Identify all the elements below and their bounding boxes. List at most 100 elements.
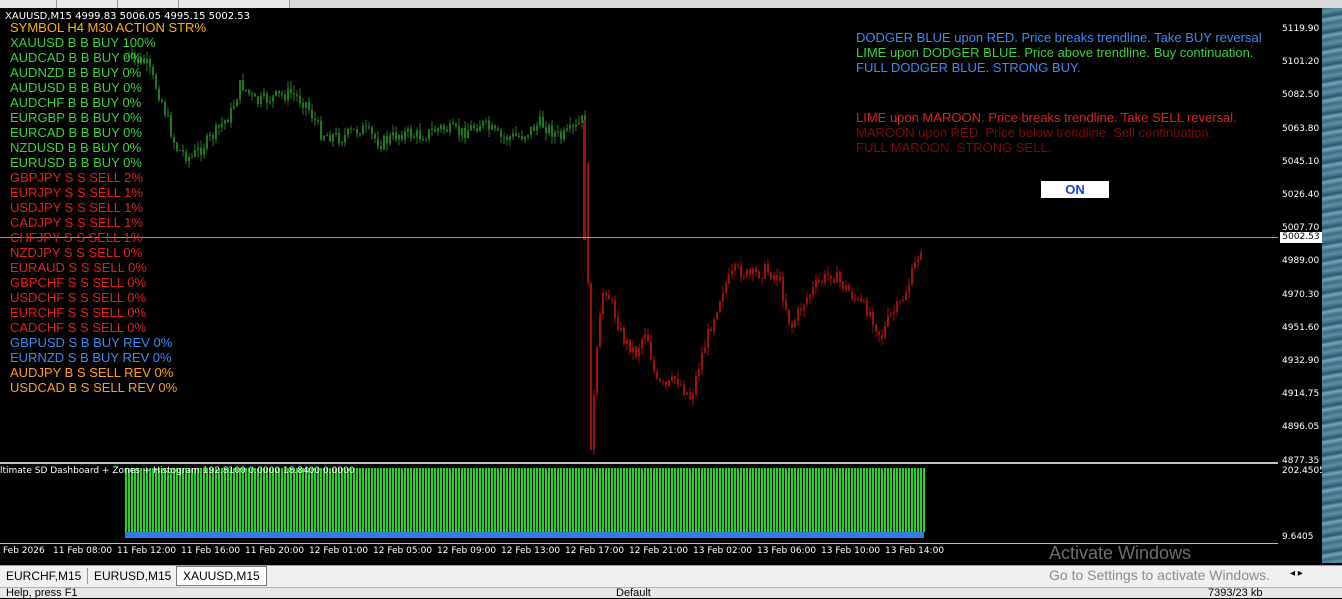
histogram-bar — [800, 468, 802, 532]
histogram-bar — [440, 468, 442, 532]
histogram-bar — [620, 468, 622, 532]
histogram-bar — [629, 468, 631, 532]
chart-tab[interactable]: EURUSD,M15 — [88, 568, 179, 584]
candle-body — [518, 135, 520, 137]
candle-body — [236, 99, 238, 107]
candle-body — [917, 259, 919, 263]
histogram-bar — [299, 468, 301, 532]
price-tick: 4877.35 — [1282, 455, 1320, 466]
candle-body — [224, 120, 226, 124]
histogram-bar — [491, 468, 493, 532]
candle-body — [413, 136, 415, 138]
histogram-bar — [836, 468, 838, 532]
histogram-bar — [716, 468, 718, 532]
dashboard-row: EURCHF S S SELL 0% — [10, 305, 147, 320]
histogram-bar — [275, 468, 277, 532]
candle-body — [530, 126, 532, 136]
toolbar-tab[interactable] — [57, 0, 118, 8]
histogram-bar — [725, 468, 727, 532]
candle-body — [866, 300, 868, 317]
histogram-bar — [260, 468, 262, 532]
histogram-bar — [467, 468, 469, 532]
histogram-bar — [452, 468, 454, 532]
histogram-bar — [614, 468, 616, 532]
histogram-bar — [551, 468, 553, 532]
histogram-bar — [410, 468, 412, 532]
candle-body — [908, 284, 910, 293]
histogram-bar — [713, 468, 715, 532]
candle-body — [746, 269, 748, 277]
candle-body — [428, 129, 430, 140]
histogram-bar — [734, 468, 736, 532]
histogram-bar — [917, 468, 919, 532]
toolbar-tab[interactable] — [118, 0, 179, 8]
dashboard-row: EURNZD S B BUY REV 0% — [10, 350, 172, 365]
candle-body — [701, 353, 703, 370]
histogram-bar — [431, 468, 433, 532]
candle-body — [884, 325, 886, 339]
histogram-bar — [923, 468, 925, 532]
toolbar-tab[interactable] — [0, 0, 57, 8]
chart-tab[interactable]: XAUUSD,M15 — [176, 566, 267, 586]
histogram-bar — [890, 468, 892, 532]
histogram-bar — [476, 468, 478, 532]
candle-body — [464, 127, 466, 138]
candle-body — [632, 346, 634, 353]
histogram-bar — [272, 468, 274, 532]
candle-body — [293, 92, 295, 95]
candle-body — [401, 135, 403, 140]
histogram-bar — [893, 468, 895, 532]
histogram-bar — [782, 468, 784, 532]
candle-body — [635, 346, 637, 357]
histogram-bar — [311, 468, 313, 532]
candle-body — [854, 298, 856, 300]
histogram-bar — [455, 468, 457, 532]
on-toggle-button[interactable]: ON — [1041, 181, 1109, 198]
histogram-bar — [167, 468, 169, 532]
candle-body — [365, 125, 367, 127]
dashboard-row: AUDCAD B B BUY 0% — [10, 50, 142, 65]
candle-body — [848, 285, 850, 292]
candle-body — [230, 108, 232, 123]
chart-tab[interactable]: EURCHF,M15 — [0, 568, 89, 584]
histogram-bar — [254, 468, 256, 532]
candle-body — [629, 339, 631, 353]
time-tick: 13 Feb 02:00 — [693, 546, 753, 556]
candle-body — [752, 268, 754, 275]
candle-body — [233, 106, 235, 109]
candle-body — [449, 123, 451, 132]
tab-scroll-arrows[interactable]: ◂ ▸ — [1290, 568, 1303, 579]
dashboard-row: GBPUSD S B BUY REV 0% — [10, 335, 173, 350]
histogram-bar — [593, 468, 595, 532]
candle-body — [608, 294, 610, 300]
candle-body — [815, 280, 817, 288]
candle-body — [326, 134, 328, 137]
histogram-bar — [140, 468, 142, 532]
toolbar-tab[interactable] — [179, 0, 290, 8]
candle-body — [437, 128, 439, 132]
histogram-bar — [143, 468, 145, 532]
histogram-bar — [587, 468, 589, 532]
histogram-bar — [266, 468, 268, 532]
candle-body — [488, 120, 490, 130]
indicator-scale-bottom: 9.6405 — [1282, 532, 1314, 542]
histogram-bar — [641, 468, 643, 532]
histogram-bar — [584, 468, 586, 532]
candle-body — [455, 124, 457, 126]
histogram-bar — [668, 468, 670, 532]
histogram-bar — [326, 468, 328, 532]
dashboard-row: USDCHF S S SELL 0% — [10, 290, 147, 305]
histogram-bar — [443, 468, 445, 532]
candle-body — [605, 293, 607, 295]
histogram-bar — [371, 468, 373, 532]
candle-body — [758, 271, 760, 279]
candle-body — [617, 317, 619, 330]
candle-body — [347, 128, 349, 135]
candle-body — [311, 109, 313, 119]
histogram-bar — [125, 468, 127, 532]
histogram-bar — [353, 468, 355, 532]
histogram-bar — [329, 468, 331, 532]
candle-body — [473, 125, 475, 129]
histogram-bar — [680, 468, 682, 532]
histogram-bar — [602, 468, 604, 532]
